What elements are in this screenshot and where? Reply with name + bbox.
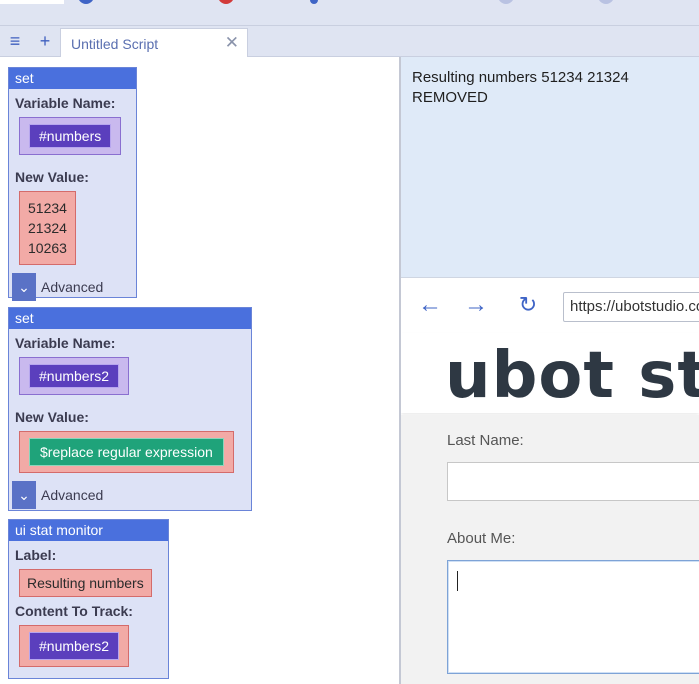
- browser-top-strip: [0, 0, 699, 26]
- web-page-form: Last Name: About Me:: [401, 415, 699, 684]
- toolbar-gray-icon[interactable]: [498, 0, 514, 4]
- ubot-logo[interactable]: ubot stu: [445, 339, 699, 413]
- text-caret: [457, 571, 458, 591]
- top-tab-fragment[interactable]: [0, 0, 64, 4]
- variable-name-label: Variable Name:: [15, 335, 116, 351]
- about-me-label: About Me:: [447, 530, 516, 547]
- close-icon[interactable]: ✕: [225, 33, 239, 53]
- advanced-row: ⌄ Advanced: [9, 481, 251, 509]
- variable-chip[interactable]: #numbers2: [29, 364, 120, 388]
- tab-label: Untitled Script: [71, 36, 159, 52]
- stat-monitor-area: Resulting numbers 51234 21324 REMOVED: [401, 57, 699, 277]
- command-title: set: [9, 308, 251, 329]
- value-line: 21324: [28, 220, 67, 236]
- about-me-textarea[interactable]: [447, 560, 699, 674]
- hamburger-icon[interactable]: ≡: [6, 32, 24, 50]
- last-name-input[interactable]: [447, 462, 699, 501]
- new-value-label: New Value:: [15, 169, 89, 185]
- variable-chip[interactable]: #numbers2: [29, 632, 120, 660]
- value-line: 10263: [28, 240, 67, 256]
- stat-line: Resulting numbers 51234 21324: [412, 69, 629, 86]
- new-value-slot[interactable]: 51234 21324 10263: [19, 191, 76, 265]
- toolbar-small-icon[interactable]: [310, 0, 318, 4]
- variable-name-slot[interactable]: #numbers2: [19, 357, 130, 395]
- advanced-row: ⌄ Advanced: [9, 273, 136, 301]
- chevron-down-icon[interactable]: ⌄: [12, 481, 36, 509]
- toolbar-gray-icon-2[interactable]: [598, 0, 614, 4]
- ubot-studio-window: ≡ + Untitled Script ✕ set Variable Name:…: [0, 0, 699, 684]
- new-value-slot[interactable]: $replace regular expression: [19, 431, 234, 473]
- advanced-label[interactable]: Advanced: [41, 487, 103, 503]
- set-command-block-2[interactable]: set Variable Name: #numbers2 New Value: …: [8, 307, 252, 511]
- stat-line: REMOVED: [412, 89, 488, 106]
- browser-panel: Resulting numbers 51234 21324 REMOVED ← …: [401, 57, 699, 684]
- variable-name-slot[interactable]: #numbers: [19, 117, 122, 155]
- script-canvas[interactable]: set Variable Name: #numbers New Value: 5…: [0, 57, 399, 684]
- last-name-label: Last Name:: [447, 432, 524, 449]
- value-line: 51234: [28, 200, 67, 216]
- label-label: Label:: [15, 547, 57, 563]
- content-to-track-slot[interactable]: #numbers2: [19, 625, 130, 667]
- toolbar-red-icon[interactable]: [218, 0, 234, 4]
- arrow-left-icon[interactable]: ←: [417, 292, 443, 318]
- tab-untitled-script[interactable]: Untitled Script ✕: [60, 28, 248, 57]
- arrow-right-icon[interactable]: →: [463, 292, 489, 318]
- chevron-down-icon[interactable]: ⌄: [12, 273, 36, 301]
- ui-stat-monitor-block[interactable]: ui stat monitor Label: Resulting numbers…: [8, 519, 169, 679]
- browser-nav-bar: ← → ↻ https://ubotstudio.com: [401, 277, 699, 333]
- advanced-label[interactable]: Advanced: [41, 279, 103, 295]
- plus-icon[interactable]: +: [36, 32, 54, 50]
- variable-chip[interactable]: #numbers: [29, 124, 112, 148]
- command-title: ui stat monitor: [9, 520, 168, 541]
- url-input[interactable]: https://ubotstudio.com: [563, 292, 699, 322]
- site-header: ubot stu: [401, 333, 699, 413]
- reload-icon[interactable]: ↻: [515, 292, 541, 318]
- script-tab-bar: ≡ + Untitled Script ✕: [0, 26, 699, 57]
- label-slot[interactable]: Resulting numbers: [19, 569, 152, 597]
- command-title: set: [9, 68, 136, 89]
- toolbar-blue-icon[interactable]: [78, 0, 94, 4]
- new-value-label: New Value:: [15, 409, 89, 425]
- set-command-block[interactable]: set Variable Name: #numbers New Value: 5…: [8, 67, 137, 301]
- content-to-track-label: Content To Track:: [15, 603, 133, 619]
- variable-name-label: Variable Name:: [15, 95, 116, 111]
- function-chip[interactable]: $replace regular expression: [29, 438, 224, 466]
